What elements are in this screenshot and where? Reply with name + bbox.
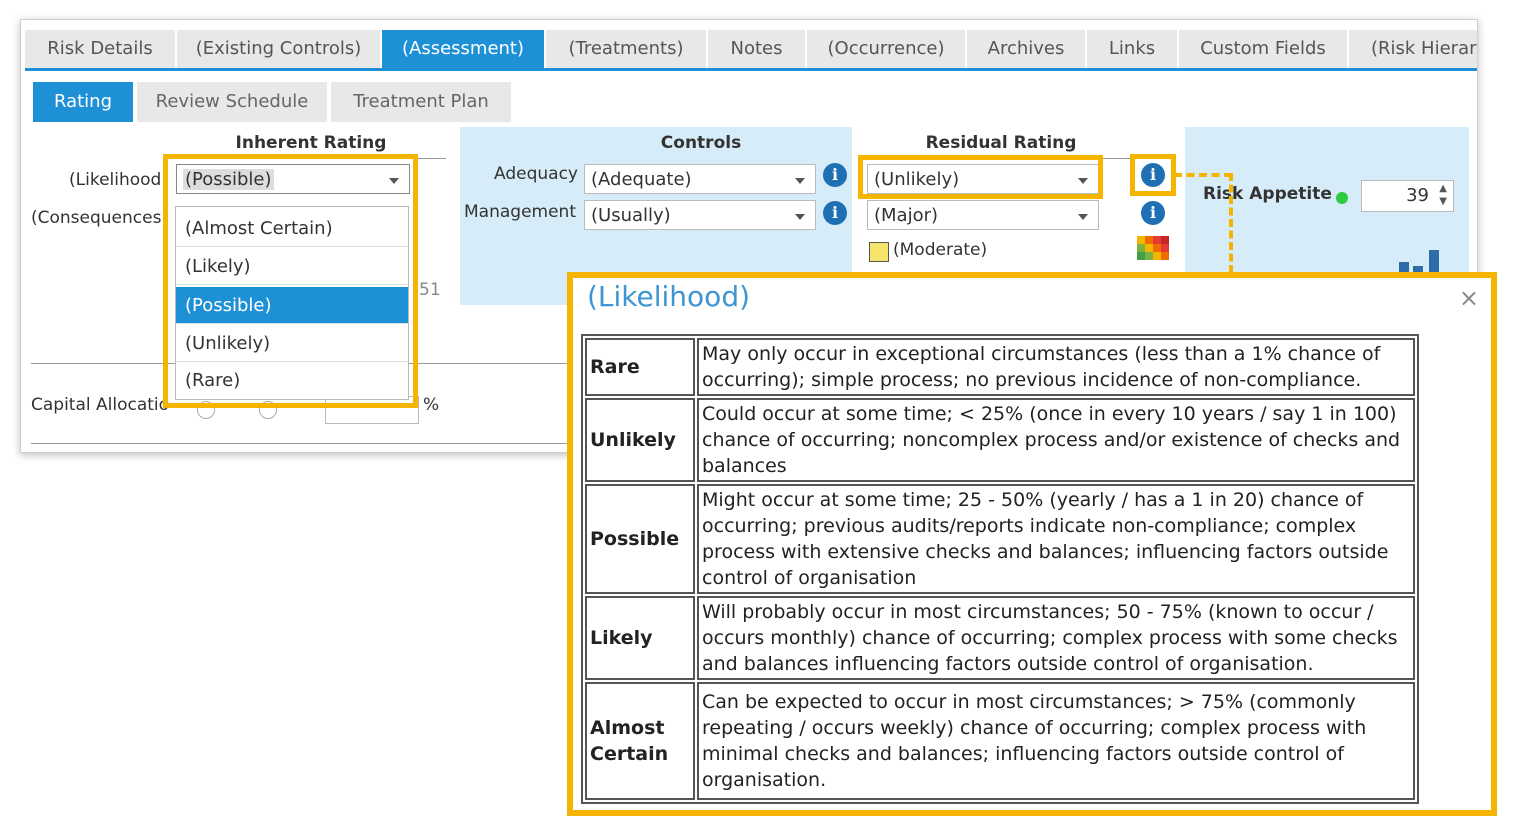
table-row: Rare May only occur in exceptional circu… <box>585 338 1415 396</box>
residual-consequence-info-icon[interactable]: i <box>1141 201 1165 225</box>
tab-existing-controls[interactable]: (Existing Controls) <box>177 30 382 68</box>
description-cell: May only occur in exceptional circumstan… <box>697 338 1415 396</box>
table-row: Possible Might occur at some time; 25 - … <box>585 484 1415 594</box>
likelihood-label: (Likelihood <box>69 170 162 190</box>
risk-appetite-input[interactable]: 39 ▲ ▼ <box>1361 180 1454 212</box>
tab-links[interactable]: Links <box>1087 30 1179 68</box>
tab-notes[interactable]: Notes <box>708 30 807 68</box>
callout-connector-horizontal <box>1174 173 1232 177</box>
residual-rating-value: (Moderate) <box>893 240 988 260</box>
tab-custom-fields[interactable]: Custom Fields <box>1179 30 1349 68</box>
description-cell: Might occur at some time; 25 - 50% (year… <box>697 484 1415 594</box>
tab-archives[interactable]: Archives <box>967 30 1087 68</box>
table-row: Likely Will probably occur in most circu… <box>585 596 1415 680</box>
spinner-down-icon[interactable]: ▼ <box>1439 196 1447 207</box>
description-cell: Can be expected to occur in most circums… <box>697 682 1415 800</box>
capital-allocation-label: Capital Allocatio <box>31 395 170 415</box>
residual-consequence-select[interactable]: (Major) <box>867 200 1099 230</box>
tab-assessment[interactable]: (Assessment) <box>382 30 546 68</box>
term-cell: Likely <box>585 596 695 680</box>
callout-connector-vertical <box>1229 173 1233 273</box>
chart-icon[interactable] <box>1399 248 1445 274</box>
table-row: Unlikely Could occur at some time; < 25%… <box>585 398 1415 482</box>
heatmap-icon[interactable] <box>1137 236 1169 262</box>
residual-rating-swatch <box>869 242 889 262</box>
subtab-rating[interactable]: Rating <box>33 82 133 122</box>
adequacy-info-icon[interactable]: i <box>823 163 847 187</box>
residual-consequence-value: (Major) <box>874 205 939 226</box>
tab-treatments[interactable]: (Treatments) <box>546 30 708 68</box>
tab-risk-details[interactable]: Risk Details <box>25 30 177 68</box>
adequacy-select[interactable]: (Adequate) <box>584 164 816 194</box>
risk-appetite-label: Risk Appetite <box>1203 184 1332 204</box>
management-value: (Usually) <box>591 205 671 226</box>
highlight-residual-likelihood <box>858 155 1103 199</box>
subtab-review-schedule[interactable]: Review Schedule <box>137 82 327 122</box>
main-tabs: Risk Details (Existing Controls) (Assess… <box>25 30 1477 71</box>
term-cell: Almost Certain <box>585 682 695 800</box>
percent-symbol: % <box>423 395 440 415</box>
risk-appetite-status-dot <box>1336 192 1348 204</box>
residual-rating-header: Residual Rating <box>925 133 1077 153</box>
tab-occurrence[interactable]: (Occurrence) <box>807 30 967 68</box>
popup-title: (Likelihood) <box>587 280 751 313</box>
section-divider-bottom <box>31 443 591 444</box>
likelihood-definition-popup: (Likelihood) × Rare May only occur in ex… <box>567 272 1497 816</box>
table-row: Almost Certain Can be expected to occur … <box>585 682 1415 800</box>
description-cell: Will probably occur in most circumstance… <box>697 596 1415 680</box>
risk-appetite-value: 39 <box>1406 185 1429 206</box>
adequacy-value: (Adequate) <box>591 169 692 190</box>
chevron-down-icon <box>1078 214 1088 220</box>
consequences-label: (Consequences <box>31 208 162 228</box>
spinner-up-icon[interactable]: ▲ <box>1439 183 1447 194</box>
adequacy-label: Adequacy <box>494 164 578 184</box>
highlight-inherent-dropdown <box>163 154 418 408</box>
likelihood-definition-table: Rare May only occur in exceptional circu… <box>581 334 1419 804</box>
description-cell: Could occur at some time; < 25% (once in… <box>697 398 1415 482</box>
management-select[interactable]: (Usually) <box>584 200 816 230</box>
inherent-rating-header: Inherent Rating <box>235 133 387 153</box>
management-info-icon[interactable]: i <box>823 201 847 225</box>
term-cell: Possible <box>585 484 695 594</box>
chevron-down-icon <box>795 178 805 184</box>
tab-risk-hierarchy[interactable]: (Risk Hierarc <box>1349 30 1477 68</box>
inherent-score: 51 <box>419 280 441 300</box>
chevron-down-icon <box>795 214 805 220</box>
controls-header: Controls <box>660 133 742 153</box>
close-icon[interactable]: × <box>1459 284 1479 312</box>
term-cell: Unlikely <box>585 398 695 482</box>
term-cell: Rare <box>585 338 695 396</box>
subtab-treatment-plan[interactable]: Treatment Plan <box>331 82 511 122</box>
highlight-info-icon <box>1130 154 1176 196</box>
management-label: Management <box>464 202 576 222</box>
